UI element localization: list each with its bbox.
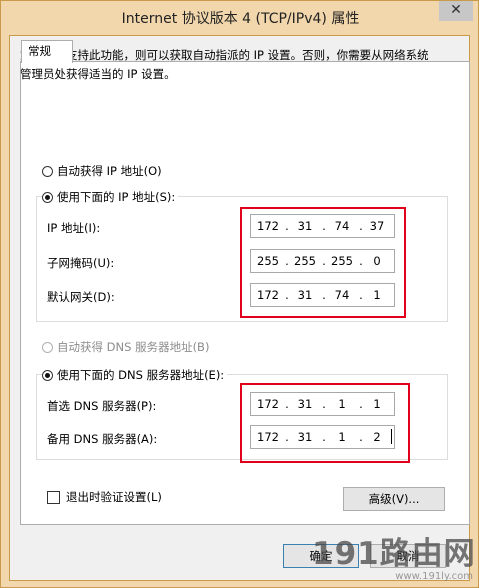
preferred-dns-label: 首选 DNS 服务器(P): (47, 399, 157, 413)
intro-text: 如果网络支持此功能，则可以获取自动指派的 IP 设置。否则，你需要从网络系统管理… (20, 48, 429, 81)
window-title: Internet 协议版本 4 (TCP/IPv4) 属性 (121, 11, 360, 27)
radio-auto-dns[interactable]: 自动获得 DNS 服务器地址(B) (42, 339, 213, 355)
validate-checkbox-label: 退出时验证设置(L) (66, 490, 162, 504)
advanced-button[interactable]: 高级(V)... (343, 487, 445, 511)
radio-manual-ip[interactable]: 使用下面的 IP 地址(S): (42, 189, 179, 205)
watermark-logo: 191路由网 www.191ly.com (312, 528, 477, 586)
close-button[interactable]: ✕ (439, 1, 473, 21)
default-gateway-label: 默认网关(D): (47, 290, 115, 304)
validate-checkbox-box[interactable] (47, 490, 60, 504)
radio-manual-ip-indicator[interactable] (42, 191, 53, 203)
close-icon: ✕ (450, 2, 462, 18)
radio-manual-dns-label: 使用下面的 DNS 服务器地址(E): (57, 368, 225, 382)
title-bar[interactable]: Internet 协议版本 4 (TCP/IPv4) 属性 ✕ (1, 1, 479, 35)
validate-on-exit-checkbox[interactable]: 退出时验证设置(L) (47, 489, 162, 505)
dns-highlight-box (240, 383, 410, 463)
radio-auto-ip-label: 自动获得 IP 地址(O) (57, 164, 162, 178)
radio-auto-ip[interactable]: 自动获得 IP 地址(O) (42, 163, 165, 179)
radio-auto-dns-label: 自动获得 DNS 服务器地址(B) (57, 340, 210, 354)
radio-auto-ip-indicator[interactable] (42, 165, 53, 177)
radio-manual-ip-label: 使用下面的 IP 地址(S): (57, 190, 176, 204)
radio-auto-dns-indicator[interactable] (42, 341, 53, 353)
ip-highlight-box (240, 207, 406, 318)
subnet-mask-label: 子网掩码(U): (47, 256, 115, 270)
ip-address-label: IP 地址(I): (47, 221, 101, 235)
tab-general[interactable]: 常规 (21, 40, 73, 63)
watermark-brand: 191路由网 (312, 536, 476, 572)
radio-manual-dns-indicator[interactable] (42, 369, 53, 381)
radio-manual-dns[interactable]: 使用下面的 DNS 服务器地址(E): (42, 367, 228, 383)
alternate-dns-label: 备用 DNS 服务器(A): (47, 432, 158, 446)
